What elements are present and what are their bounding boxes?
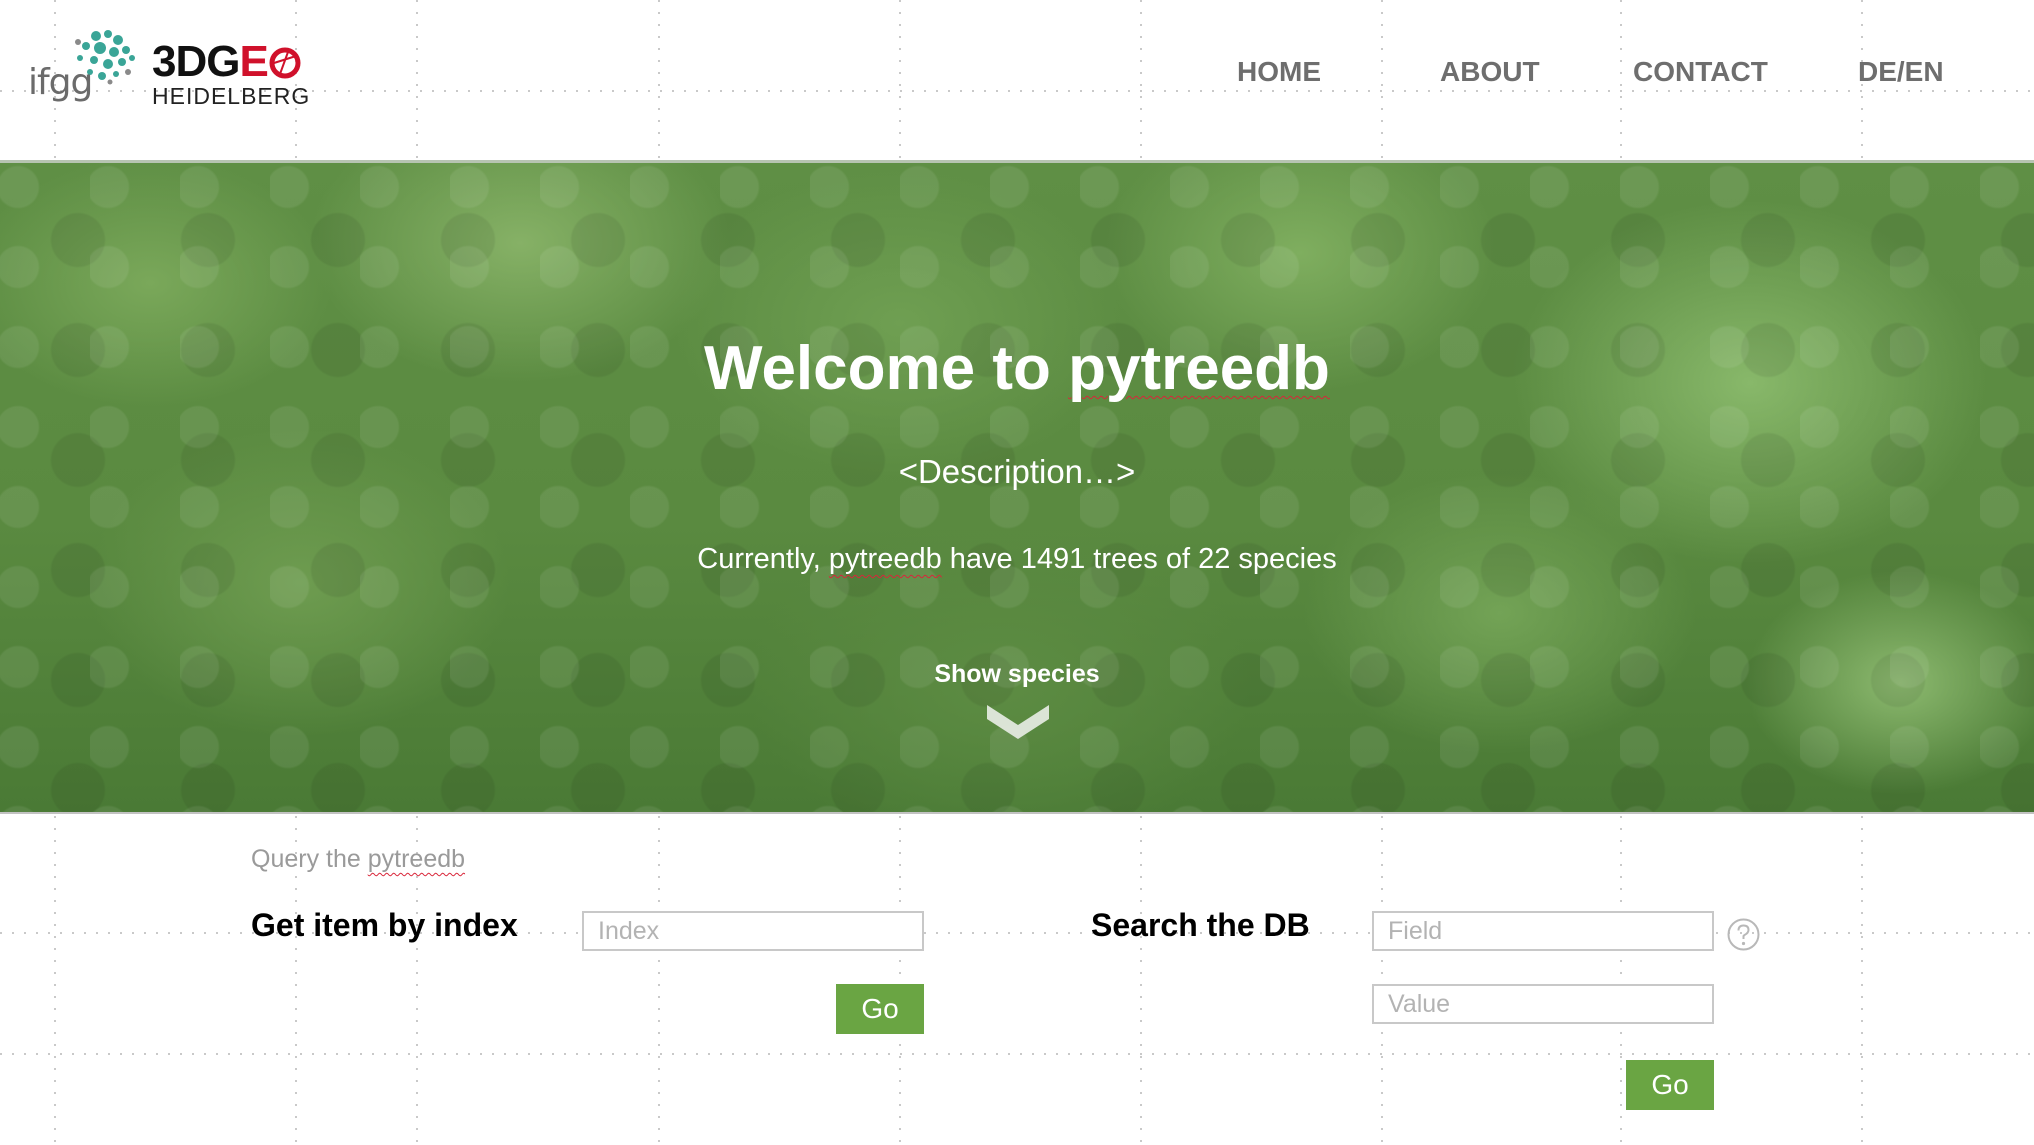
3dgeo-logo-3dg: 3DG [152, 37, 240, 86]
3dgeo-logo-wordmark: 3DGE [152, 40, 302, 84]
search-db-label: Search the DB [1091, 907, 1310, 943]
query-caption-prefix: Query the [251, 845, 368, 873]
hero-stats: Currently, pytreedb have 1491 trees of 2… [0, 543, 2034, 576]
hero-description: <Description…> [898, 453, 1136, 490]
hero-banner: Welcome to pytreedb <Description…> Curre… [0, 163, 2034, 812]
site-header: ifgg 3DGE HEIDELBERG HOME ABOUT CONTACT … [0, 0, 2034, 163]
search-value-input[interactable] [1372, 984, 1714, 1024]
get-item-go-button[interactable]: Go [836, 984, 924, 1034]
query-caption-name: pytreedb [367, 845, 466, 873]
hero-title-prefix: Welcome to [704, 334, 1069, 403]
ifgg-logo[interactable]: ifgg [28, 28, 135, 108]
nav-contact[interactable]: CONTACT [1633, 56, 1768, 88]
hero-stats-name: pytreedb [828, 543, 942, 575]
hero-stats-prefix: Currently, [697, 543, 829, 575]
guide-line [0, 1053, 2034, 1055]
query-caption: Query the pytreedb [251, 845, 465, 874]
nav-language-toggle[interactable]: DE/EN [1858, 56, 1944, 88]
chevron-down-icon[interactable] [985, 701, 1051, 743]
3dgeo-logo-e: E [239, 37, 268, 86]
hero-title: Welcome to pytreedb [0, 333, 2034, 404]
3dgeo-logo-o-icon [269, 47, 301, 79]
hero-divider [0, 812, 2034, 814]
nav-about[interactable]: ABOUT [1440, 56, 1540, 88]
3dgeo-heidelberg-logo[interactable]: 3DGE HEIDELBERG [152, 40, 311, 110]
get-item-label: Get item by index [251, 907, 518, 943]
nav-home[interactable]: HOME [1237, 56, 1321, 88]
ifgg-logo-text: ifgg [28, 62, 93, 103]
3dgeo-logo-subtitle: HEIDELBERG [152, 83, 311, 109]
hero-title-name: pytreedb [1068, 334, 1330, 403]
show-species-button[interactable]: Show species [917, 660, 1117, 689]
help-icon[interactable] [1727, 918, 1760, 951]
hero-stats-suffix: have 1491 trees of 22 species [941, 543, 1337, 575]
search-field-input[interactable] [1372, 911, 1714, 951]
search-go-button[interactable]: Go [1626, 1060, 1714, 1110]
index-input[interactable] [582, 911, 924, 951]
